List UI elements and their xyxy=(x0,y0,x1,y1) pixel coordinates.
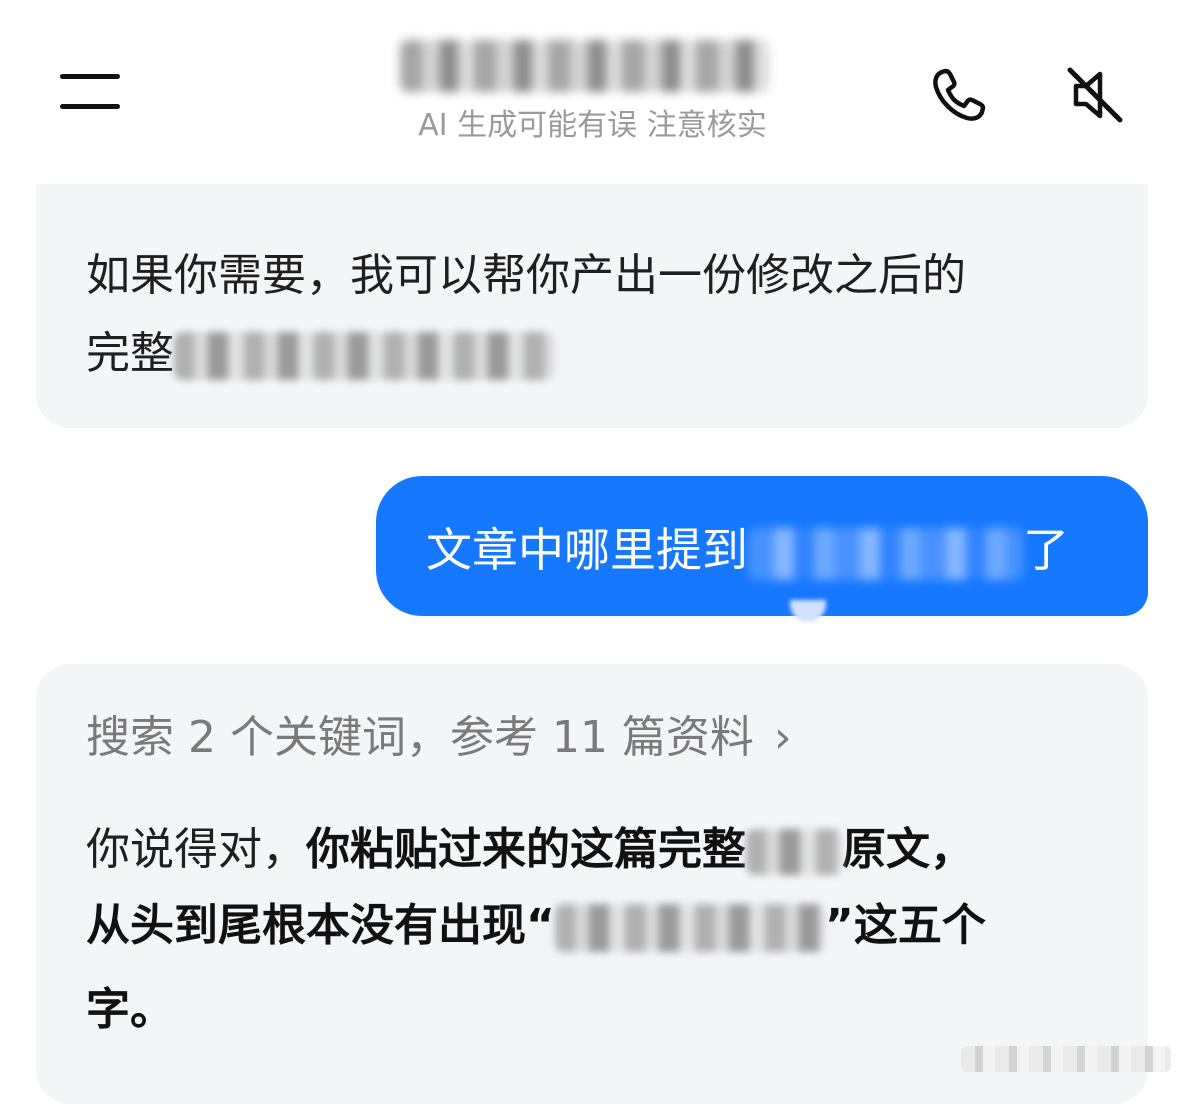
ai-message-text: 完整 xyxy=(86,328,174,379)
user-message-text: 文章中哪里提到 了 xyxy=(426,520,1069,580)
redacted-text xyxy=(748,527,1023,580)
menu-line xyxy=(60,74,120,79)
ai-message-bubble xyxy=(36,184,1148,428)
ai-answer-line: 你说得对，你粘贴过来的这篇完整 原文， xyxy=(86,820,974,880)
answer-bold-text: ”这五个 xyxy=(824,900,986,951)
answer-bold-text: 你粘贴过来的这篇完整 xyxy=(306,824,746,875)
ai-disclaimer: AI 生成可能有误 注意核实 xyxy=(418,108,767,143)
search-sources-link[interactable]: 搜索 2 个关键词，参考 11 篇资料 › xyxy=(86,708,792,768)
chevron-right-icon: › xyxy=(773,712,792,763)
answer-text: 你说得对， xyxy=(86,824,306,875)
ai-message-line: 如果你需要，我可以帮你产出一份修改之后的 xyxy=(86,246,966,306)
menu-line xyxy=(60,104,120,109)
ai-message-line: 完整 xyxy=(86,324,554,384)
redacted-text xyxy=(746,829,842,875)
speaker-muted-icon[interactable] xyxy=(1060,60,1130,130)
hamburger-menu-icon[interactable] xyxy=(58,70,122,114)
phone-icon[interactable] xyxy=(924,60,994,130)
redacted-chat-title xyxy=(400,40,770,92)
redacted-watermark xyxy=(961,1046,1171,1072)
user-message-bubble: 文章中哪里提到 了 xyxy=(376,476,1148,616)
search-summary-text: 搜索 2 个关键词，参考 11 篇资料 xyxy=(86,712,754,763)
answer-bold-text: 从头到尾根本没有出现“ xyxy=(86,900,555,951)
answer-bold-text: 原文， xyxy=(842,824,974,875)
ai-message-text: 如果你需要，我可以帮你产出一份修改之后的 xyxy=(86,250,966,301)
ai-answer-line: 从头到尾根本没有出现“ ”这五个 xyxy=(86,896,986,956)
message-tail xyxy=(790,600,826,622)
user-message-suffix: 了 xyxy=(1023,523,1069,577)
ai-answer-line: 字。 xyxy=(86,980,174,1040)
chat-header: AI 生成可能有误 注意核实 xyxy=(0,0,1185,160)
redacted-text xyxy=(554,904,825,952)
user-message-prefix: 文章中哪里提到 xyxy=(426,523,748,577)
redacted-text xyxy=(174,332,554,380)
answer-bold-text: 字。 xyxy=(86,984,174,1035)
